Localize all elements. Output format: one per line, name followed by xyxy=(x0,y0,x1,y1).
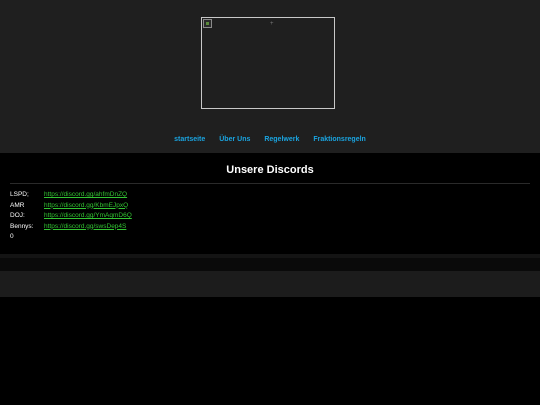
trailing-text: 0 xyxy=(10,233,14,240)
nav-link-startseite[interactable]: startseite xyxy=(174,136,205,143)
discord-row-doj: DOJ: https://discord.gg/YmAqmD6Q xyxy=(10,211,132,222)
broken-image-icon xyxy=(203,19,212,28)
discord-label: DOJ: xyxy=(10,212,25,219)
main-content: Unsere Discords LSPD; https://discord.gg… xyxy=(0,153,540,254)
discord-row-lspd: LSPD; https://discord.gg/ahfmDnZQ xyxy=(10,190,132,201)
nav-link-ueber-uns[interactable]: Über Uns xyxy=(219,136,250,143)
nav-link-fraktionsregeln[interactable]: Fraktionsregeln xyxy=(313,136,366,143)
discord-label: LSPD; xyxy=(10,191,29,198)
discord-link[interactable]: https://discord.gg/KbmEJpxQ xyxy=(44,201,128,212)
logo-alt-text: + xyxy=(270,21,274,27)
discord-link[interactable]: https://discord.gg/swsDep4S xyxy=(44,222,126,233)
discord-label: AMR xyxy=(10,201,25,209)
discord-row-amr: AMR https://discord.gg/KbmEJpxQ xyxy=(10,201,132,212)
discord-link[interactable]: https://discord.gg/ahfmDnZQ xyxy=(44,190,127,201)
nav-link-regelwerk[interactable]: Regelwerk xyxy=(264,136,299,143)
site-footer xyxy=(0,271,540,297)
section-spacer xyxy=(0,258,540,271)
discord-row-bennys: Bennys: https://discord.gg/swsDep4S xyxy=(10,222,132,233)
main-nav: startseite Über Uns Regelwerk Fraktionsr… xyxy=(0,136,540,143)
site-logo: + xyxy=(201,17,335,109)
title-divider xyxy=(10,183,530,184)
discord-list: LSPD; https://discord.gg/ahfmDnZQ AMR ht… xyxy=(10,190,132,243)
discord-link[interactable]: https://discord.gg/YmAqmD6Q xyxy=(44,211,132,222)
site-header: + startseite Über Uns Regelwerk Fraktion… xyxy=(0,0,540,153)
discord-label: Bennys: xyxy=(10,222,34,230)
page-title: Unsere Discords xyxy=(226,164,314,176)
